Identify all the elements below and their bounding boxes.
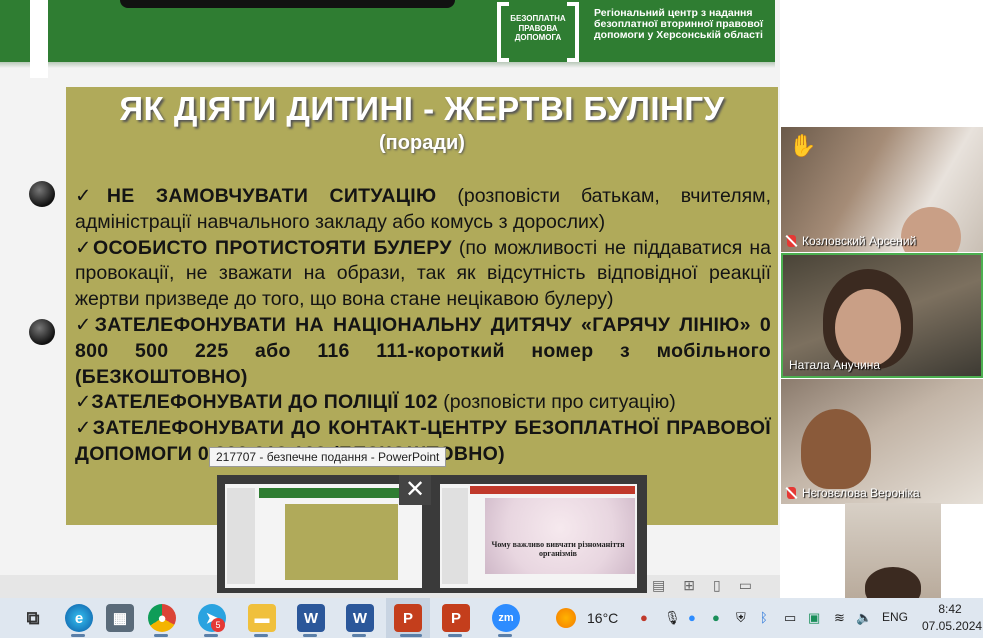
check-icon: ✓: [75, 417, 93, 440]
reading-view-icon[interactable]: ▯: [713, 577, 721, 594]
running-indicator: [498, 634, 512, 637]
slide-sorter-icon[interactable]: ⊞: [683, 577, 695, 594]
video-tile-participant[interactable]: ✋ Козловский Арсений: [781, 127, 983, 252]
telegram-badge: 5: [211, 618, 225, 632]
org-name: Регіональний центр з надання безоплатної…: [594, 7, 763, 41]
powerpoint-icon[interactable]: P: [394, 604, 422, 632]
slide-title: ЯК ДІЯТИ ДИТИНІ - ЖЕРТВІ БУЛІНГУ: [119, 90, 725, 127]
task-view-icon[interactable]: ⧉: [19, 604, 47, 632]
normal-view-icon[interactable]: ▤: [652, 577, 665, 594]
legal-aid-logo: БЕЗОПЛАТНА ПРАВОВА ДОПОМОГА: [497, 0, 579, 62]
header-shadow: [0, 62, 775, 68]
thumb-header: [259, 488, 419, 498]
powerpoint-icon[interactable]: P: [442, 604, 470, 632]
check-icon: ✓: [75, 391, 92, 414]
weather-temp[interactable]: 16°C: [587, 610, 618, 626]
view-buttons: ▤ ⊞ ▯ ▭: [652, 577, 752, 594]
mic-muted-icon: [787, 235, 796, 247]
wifi-icon[interactable]: ≋: [834, 610, 845, 626]
thumb-slide: [285, 504, 398, 580]
tray-app-icon[interactable]: ●: [640, 610, 648, 625]
running-indicator: [71, 634, 85, 637]
tip-text: (розповісти про ситуацію): [437, 391, 676, 414]
participant-name: Нєговєлова Вероніка: [802, 486, 920, 500]
weather-icon[interactable]: [556, 608, 576, 628]
sync-icon[interactable]: ●: [712, 610, 720, 625]
header-dark-bar: [120, 0, 455, 8]
running-indicator: [303, 634, 317, 637]
battery-icon[interactable]: ▭: [784, 610, 796, 626]
tip-heading: ОСОБИСТО ПРОТИСТОЯТИ БУЛЕРУ: [93, 236, 452, 259]
taskbar-window-preview: Чому важливо вивчати різноманіття органі…: [217, 475, 647, 593]
clock-date: 07.05.2024: [922, 619, 983, 633]
network-app-icon[interactable]: ▣: [808, 610, 820, 626]
participant-name-label: Натала Анучина: [789, 358, 880, 372]
slideshow-icon[interactable]: ▭: [739, 577, 752, 594]
bullet-icon: [29, 319, 55, 345]
chrome-icon[interactable]: ●: [148, 604, 176, 632]
thumb-slide-pane: [442, 488, 468, 584]
tip-item: ✓ЗАТЕЛЕФОНУВАТИ ДО ПОЛІЦІЇ 102 (розповіс…: [75, 390, 771, 416]
system-clock[interactable]: 8:42 07.05.2024: [922, 601, 983, 635]
participant-name-label: Нєговєлова Вероніка: [787, 486, 920, 500]
thumb-header: [470, 486, 635, 494]
running-indicator: [204, 634, 218, 637]
thumb-slide-title: Чому важливо вивчати різноманіття органі…: [491, 540, 625, 558]
participant-face: [835, 289, 901, 367]
tip-item: ✓ЗАТЕЛЕФОНУВАТИ НА НАЦІОНАЛЬНУ ДИТЯЧУ «Г…: [75, 313, 771, 390]
security-shield-icon[interactable]: ⛨: [736, 610, 746, 626]
running-indicator: [254, 634, 268, 637]
preview-thumbnail-1[interactable]: [225, 484, 422, 588]
word-icon[interactable]: W: [297, 604, 325, 632]
check-icon: ✓: [75, 313, 95, 336]
header-white-strip: [30, 0, 48, 78]
close-preview-button[interactable]: ✕: [399, 475, 431, 505]
language-indicator[interactable]: ENG: [882, 610, 908, 624]
check-icon: ✓: [75, 185, 107, 207]
participant-name-label: Козловский Арсений: [787, 234, 916, 248]
clock-time: 8:42: [938, 602, 962, 616]
tips-list: ✓НЕ ЗАМОВЧУВАТИ СИТУАЦІЮ (розповісти бат…: [75, 184, 771, 468]
participant-video: [801, 409, 871, 489]
participant-name: Козловский Арсений: [802, 234, 917, 248]
preview-thumbnail-2[interactable]: Чому важливо вивчати різноманіття органі…: [440, 484, 637, 588]
tip-heading: НЕ ЗАМОВЧУВАТИ СИТУАЦІЮ: [106, 185, 437, 207]
bluetooth-icon[interactable]: ᛒ: [760, 610, 768, 625]
mic-muted-icon: [787, 487, 796, 499]
raised-hand-icon: ✋: [789, 133, 817, 158]
video-tile-active-speaker[interactable]: Натала Анучина: [781, 253, 983, 378]
word-icon[interactable]: W: [346, 604, 374, 632]
check-icon: ✓: [75, 236, 94, 259]
microphone-icon[interactable]: 🎙: [664, 610, 681, 626]
tip-item: ✓ОСОБИСТО ПРОТИСТОЯТИ БУЛЕРУ (по можливо…: [75, 236, 771, 313]
bullet-icon: [29, 181, 55, 207]
tip-item: ✓НЕ ЗАМОВЧУВАТИ СИТУАЦІЮ (розповісти бат…: [75, 184, 771, 236]
participant-video: [865, 567, 921, 598]
volume-icon[interactable]: 🔈: [856, 610, 872, 626]
file-explorer-icon[interactable]: ▬: [248, 604, 276, 632]
slide-subtitle: (поради): [379, 132, 465, 154]
running-indicator: [154, 634, 168, 637]
logo-text: БЕЗОПЛАТНА ПРАВОВА ДОПОМОГА: [510, 14, 566, 42]
thumb-slide: [485, 498, 635, 574]
participant-name: Натала Анучина: [789, 358, 881, 372]
tip-heading: ЗАТЕЛЕФОНУВАТИ ДО ПОЛІЦІЇ 102: [91, 391, 438, 414]
video-tile-participant[interactable]: [845, 503, 941, 598]
edge-icon[interactable]: e: [65, 604, 93, 632]
thumb-slide-pane: [227, 488, 255, 584]
zoom-tray-icon[interactable]: ●: [688, 610, 696, 625]
running-indicator: [400, 634, 422, 637]
running-indicator: [448, 634, 462, 637]
tip-heading: ЗАТЕЛЕФОНУВАТИ НА НАЦІОНАЛЬНУ ДИТЯЧУ «ГА…: [75, 313, 771, 388]
video-tile-participant[interactable]: Нєговєлова Вероніка: [781, 379, 983, 504]
calculator-icon[interactable]: ▦: [106, 604, 134, 632]
window-title-tooltip: 217707 - безпечне подання - PowerPoint: [209, 447, 447, 467]
zoom-icon[interactable]: zm: [492, 604, 520, 632]
running-indicator: [352, 634, 366, 637]
